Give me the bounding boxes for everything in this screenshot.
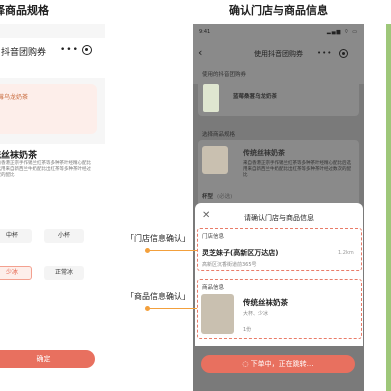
status-icons: ▂▄▆ ⌔ ▭	[326, 29, 358, 35]
product-spec: 大杯、少冰	[243, 311, 269, 317]
option-normal-ice[interactable]: 正常冰	[44, 266, 84, 280]
center-caption: 确认门店与商品信息	[229, 4, 328, 17]
spec-product-name: 传统丝袜奶茶	[243, 149, 285, 157]
product-section-label: 商品信息	[202, 285, 225, 291]
close-miniapp-icon[interactable]	[339, 49, 348, 58]
product-quantity: 1份	[243, 327, 252, 333]
product-image	[201, 294, 234, 334]
spec-product-image	[202, 146, 228, 174]
product-name: 传统丝袜奶茶	[243, 298, 288, 307]
status-time: 9:41	[199, 29, 211, 35]
store-name: 灵芝妹子(高新区万达店)	[202, 249, 279, 257]
voucher-name: 蓝莓桑葚乌龙奶茶	[233, 94, 278, 100]
more-icon[interactable]: •••	[60, 45, 79, 55]
spec-section-label: 选择商品规格	[202, 132, 236, 138]
left-nav-title: 用抖音团购券	[0, 48, 47, 58]
confirm-button[interactable]: 确定	[0, 350, 95, 368]
left-caption: 择商品规格	[0, 4, 49, 17]
voucher-image	[203, 84, 219, 112]
product-name: 统丝袜奶茶	[0, 151, 38, 161]
voucher-section-label: 使用的抖音团购券	[202, 72, 247, 78]
option-medium-cup[interactable]: 中杯	[0, 229, 32, 243]
option-small-cup[interactable]: 小杯	[44, 229, 84, 243]
store-address: 高新区沉香街道前365号	[202, 262, 257, 268]
voucher-card	[198, 80, 359, 116]
close-miniapp-icon[interactable]	[82, 45, 92, 55]
next-screen-edge	[386, 24, 391, 391]
left-phone-screen: 用抖音团购券 ••• 蓝莓乌龙奶茶 统丝袜奶茶 来自香港正宗手作锡兰红茶等多种茶…	[0, 24, 105, 391]
store-section-label: 门店信息	[202, 234, 225, 240]
loading-label: 下单中，正在跳转…	[250, 360, 314, 368]
cup-label: 杯型	[202, 194, 214, 200]
more-icon[interactable]: •••	[317, 49, 332, 57]
cup-hint: (必选)	[217, 194, 233, 200]
product-annotation-label: 「商品信息确认」	[126, 292, 190, 301]
option-less-ice[interactable]: 少冰	[0, 266, 32, 280]
store-annotation-label: 「门店信息确认」	[126, 234, 190, 243]
sheet-title: 请确认门店与商品信息	[244, 214, 314, 222]
voucher-name: 蓝莓乌龙奶茶	[0, 94, 29, 101]
store-distance: 1.2km	[338, 250, 354, 256]
loading-button[interactable]: ◌ 下单中，正在跳转…	[201, 355, 355, 373]
product-description: 来自香港正宗手作锡兰红茶等多种茶叶经精心配比后选用来自新西兰牛奶配比出红茶等多种…	[0, 161, 91, 178]
store-annotation-line	[149, 250, 197, 251]
spec-description: 来自香港正宗手作锡兰红茶等多种茶叶经精心配比后选用来自新西兰牛奶配比出红茶等多种…	[243, 161, 351, 178]
loading-spinner-icon: ◌	[242, 360, 251, 368]
product-annotation-line	[149, 308, 197, 309]
left-nav-bar	[0, 38, 105, 78]
